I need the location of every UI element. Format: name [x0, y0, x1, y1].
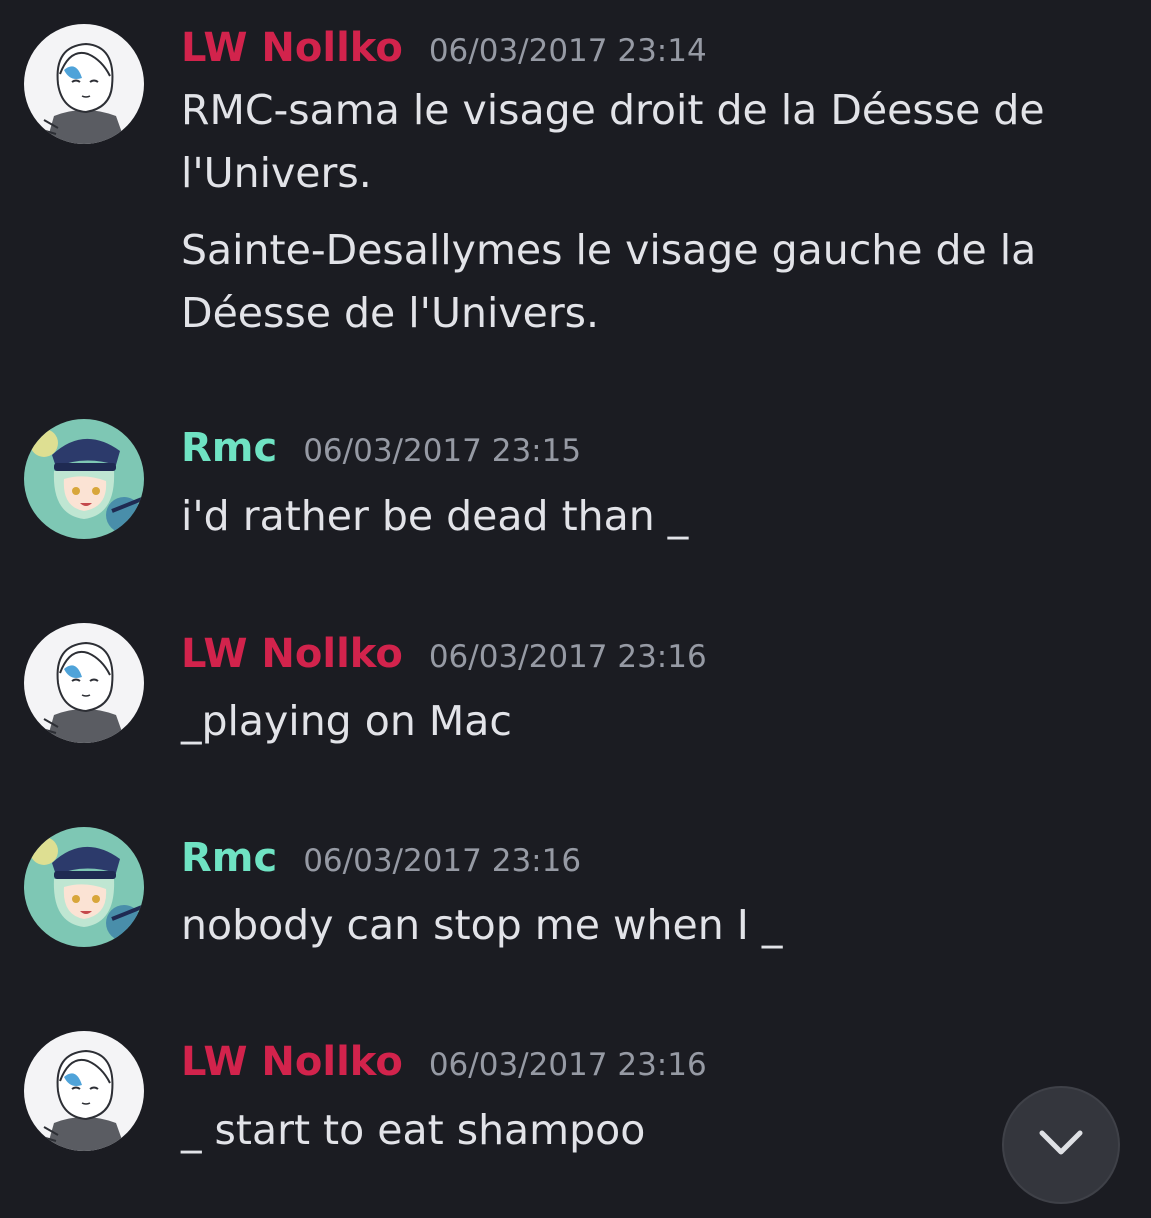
author-name[interactable]: Rmc — [181, 832, 277, 884]
message-text: _ start to eat shampoo — [181, 1106, 646, 1154]
avatar[interactable] — [24, 1031, 144, 1151]
avatar[interactable] — [24, 24, 144, 144]
author-name[interactable]: LW Nollko — [181, 1036, 403, 1088]
message-item[interactable]: LW Nollko 06/03/2017 23:16 _ start to ea… — [0, 1031, 1151, 1166]
timestamp: 06/03/2017 23:15 — [303, 433, 582, 469]
scroll-to-bottom-button[interactable] — [1002, 1086, 1120, 1204]
avatar[interactable] — [24, 827, 144, 947]
message-item[interactable]: Rmc 06/03/2017 23:16 nobody can stop me … — [0, 827, 1151, 962]
message-header: LW Nollko 06/03/2017 23:16 — [181, 1036, 707, 1088]
message-text: i'd rather be dead than _ — [181, 492, 689, 540]
avatar[interactable] — [24, 419, 144, 539]
message-content: _playing on Mac — [181, 690, 1081, 753]
message-item[interactable]: LW Nollko 06/03/2017 23:16 _playing on M… — [0, 623, 1151, 758]
author-name[interactable]: Rmc — [181, 422, 277, 474]
message-text: RMC-sama le visage droit de la Déesse de… — [181, 86, 1045, 197]
message-content: nobody can stop me when I _ — [181, 894, 1081, 957]
message-content: RMC-sama le visage droit de la Déesse de… — [181, 79, 1081, 345]
timestamp: 06/03/2017 23:14 — [428, 33, 707, 69]
avatar[interactable] — [24, 623, 144, 743]
message-text: nobody can stop me when I _ — [181, 901, 783, 949]
message-content: i'd rather be dead than _ — [181, 485, 1081, 548]
message-text: Sainte-Desallymes le visage gauche de la… — [181, 226, 1037, 337]
message-header: LW Nollko 06/03/2017 23:16 — [181, 628, 707, 680]
message-header: Rmc 06/03/2017 23:16 — [181, 832, 581, 884]
message-item[interactable]: LW Nollko 06/03/2017 23:14 RMC-sama le v… — [0, 22, 1151, 352]
author-name[interactable]: LW Nollko — [181, 628, 403, 680]
message-text: _playing on Mac — [181, 697, 512, 745]
message-item[interactable]: Rmc 06/03/2017 23:15 i'd rather be dead … — [0, 419, 1151, 552]
timestamp: 06/03/2017 23:16 — [428, 639, 707, 675]
author-name[interactable]: LW Nollko — [181, 22, 403, 74]
message-content: _ start to eat shampoo — [181, 1099, 1081, 1162]
message-header: LW Nollko 06/03/2017 23:14 — [181, 22, 707, 74]
timestamp: 06/03/2017 23:16 — [428, 1047, 707, 1083]
message-header: Rmc 06/03/2017 23:15 — [181, 422, 581, 474]
timestamp: 06/03/2017 23:16 — [303, 843, 582, 879]
chevron-down-icon — [1037, 1128, 1085, 1162]
